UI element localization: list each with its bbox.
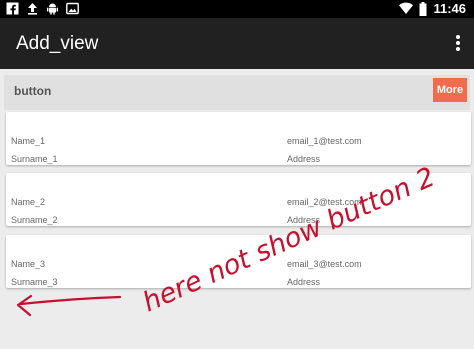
upload-icon (28, 3, 37, 15)
notification-icons (6, 2, 79, 15)
status-clock: 11:46 (433, 1, 466, 16)
item-email: email_3@test.com (287, 259, 362, 269)
item-surname: Surname_3 (11, 277, 58, 287)
more-button[interactable]: More (433, 78, 467, 102)
item-email: email_1@test.com (287, 136, 362, 146)
photo-icon (66, 2, 79, 15)
item-name: Name_3 (11, 259, 46, 269)
item-email: email_2@test.com (287, 197, 362, 207)
main-content: button More Name_1 Surname_1 email_1@tes… (0, 69, 474, 349)
battery-icon (419, 1, 427, 16)
list-header: button More (4, 75, 470, 110)
item-name: Name_2 (11, 197, 46, 207)
list-item[interactable]: Name_3 Surname_3 email_3@test.com Addres… (6, 235, 471, 288)
app-title: Add_view (16, 33, 99, 54)
item-address: Address (287, 277, 321, 287)
facebook-icon (6, 2, 19, 15)
overflow-menu-icon[interactable] (454, 35, 462, 53)
wifi-icon (399, 2, 414, 14)
header-label: button (14, 84, 52, 98)
app-bar: Add_view (0, 18, 474, 69)
item-address: Address (287, 215, 321, 225)
status-bar: 11:46 (0, 0, 474, 18)
item-address: Address (287, 154, 321, 164)
item-surname: Surname_2 (11, 215, 58, 225)
system-icons: 11:46 (399, 1, 466, 16)
list-item[interactable]: Name_1 Surname_1 email_1@test.com Addres… (6, 112, 471, 165)
item-surname: Surname_1 (11, 154, 58, 164)
item-name: Name_1 (11, 136, 46, 146)
list-item[interactable]: Name_2 Surname_2 email_2@test.com Addres… (6, 173, 471, 226)
android-icon (47, 3, 58, 15)
